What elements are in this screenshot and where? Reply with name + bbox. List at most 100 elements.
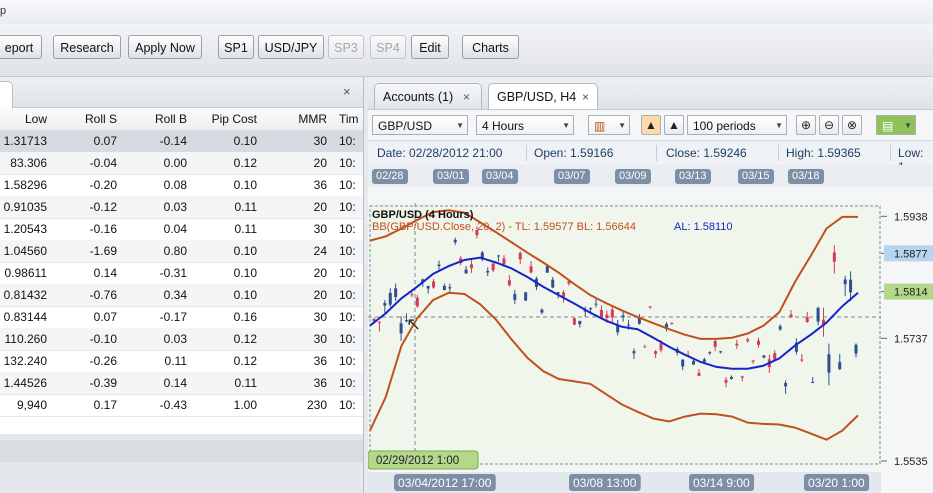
research-button[interactable]: Research — [53, 35, 121, 59]
table-cell: 36 — [313, 354, 327, 368]
candle-up — [497, 255, 501, 257]
table-cell: 0.00 — [163, 156, 187, 170]
indicator-label: BB(GBP/USD.Close, 20, 2) - TL: 1.59577 B… — [372, 221, 636, 233]
table-row[interactable]: 83.306 -0.04 0.00 0.12 20 10: — [0, 152, 363, 175]
date-tag[interactable]: 02/28 — [372, 169, 408, 184]
indicator-list-icon[interactable]: ▲ — [664, 115, 684, 135]
candle-down — [610, 309, 614, 318]
column-header-time[interactable]: Tim — [339, 112, 359, 126]
sp1-button[interactable]: SP1 — [218, 35, 254, 59]
candle-down — [789, 314, 793, 318]
close-icon[interactable]: × — [463, 84, 470, 110]
table-row[interactable]: 1.44526 -0.39 0.14 0.11 36 10: — [0, 372, 363, 395]
date-tag[interactable]: 03/09 — [615, 169, 651, 184]
tab-accounts[interactable]: Accounts (1) × — [374, 83, 482, 109]
candle-up — [702, 359, 706, 363]
column-header-mmr[interactable]: MMR — [277, 112, 327, 126]
zoom-in-icon[interactable]: ⊕ — [796, 115, 816, 135]
table-row[interactable]: 0.81432 -0.76 0.34 0.10 20 10: — [0, 284, 363, 307]
charts-button[interactable]: Charts — [462, 35, 519, 59]
instrument-select[interactable]: GBP/USD ▼ — [372, 115, 468, 135]
tab-gbp-usd-h4[interactable]: GBP/USD, H4 × — [488, 83, 598, 109]
table-cell: -0.39 — [89, 376, 117, 390]
candle-up — [784, 383, 788, 387]
table-cell: 20 — [313, 200, 327, 214]
table-row[interactable]: 110.260 -0.10 0.03 0.12 30 10: — [0, 328, 363, 351]
candle-up — [729, 376, 733, 379]
table-cell: 0.11 — [164, 354, 187, 368]
price-label: 1.5814 — [894, 287, 928, 299]
candle-down — [746, 339, 750, 342]
table-row[interactable]: 1.20543 -0.16 0.04 0.11 30 10: — [0, 218, 363, 241]
close-icon[interactable]: × — [582, 84, 589, 110]
column-header-low[interactable]: Low — [0, 112, 47, 126]
layout-select[interactable]: ▤ ▼ — [876, 115, 916, 135]
candle-up — [442, 285, 446, 290]
chart-title: GBP/USD (4 Hours) — [372, 209, 474, 221]
usd-jpy-button[interactable]: USD/JPY — [258, 35, 324, 59]
table-cell: 0.07 — [93, 310, 117, 324]
date-tag[interactable]: 03/18 — [788, 169, 824, 184]
table-cell: 0.10 — [233, 134, 257, 148]
chevron-down-icon: ▼ — [456, 121, 464, 130]
report-button[interactable]: eport — [0, 35, 42, 59]
periods-select[interactable]: 100 periods ▼ — [687, 115, 787, 135]
price-chart[interactable]: GBP/USD (4 Hours) BB(GBP/USD.Close, 20, … — [368, 188, 933, 493]
divider — [526, 145, 527, 161]
column-header-roll-b[interactable]: Roll B — [130, 112, 187, 126]
table-row[interactable]: 0.91035 -0.12 0.03 0.11 20 10: — [0, 196, 363, 219]
column-header-pip-cost[interactable]: Pip Cost — [197, 112, 257, 126]
table-cell: 0.12 — [233, 332, 257, 346]
candle-up — [762, 355, 766, 358]
zoom-out-icon[interactable]: ⊖ — [819, 115, 839, 135]
date-tag[interactable]: 03/04 — [482, 169, 518, 184]
sp3-button[interactable]: SP3 — [328, 35, 364, 59]
price-label: 1.5877 — [894, 248, 928, 260]
table-row[interactable]: 1.58296 -0.20 0.08 0.10 36 10: — [0, 174, 363, 197]
table-cell: 20 — [313, 288, 327, 302]
table-row[interactable]: 1.04560 -1.69 0.80 0.10 24 10: — [0, 240, 363, 263]
candle-down — [713, 340, 717, 347]
table-row[interactable]: 0.98611 0.14 -0.31 0.10 20 10: — [0, 262, 363, 285]
timeframe-select[interactable]: 4 Hours ▼ — [476, 115, 574, 135]
candle-up — [719, 351, 723, 353]
sp4-button[interactable]: SP4 — [370, 35, 406, 59]
candle-up — [551, 279, 555, 288]
tab-accounts-label: Accounts (1) — [383, 90, 454, 104]
date-tag[interactable]: 03/13 — [675, 169, 711, 184]
candle-up — [437, 264, 441, 267]
divider — [890, 145, 891, 161]
candle-up — [464, 269, 468, 274]
horizontal-scrollbar[interactable] — [0, 440, 363, 462]
date-tag[interactable]: 03/07 — [554, 169, 590, 184]
rates-tab[interactable] — [0, 81, 13, 108]
table-row[interactable]: 1.31713 0.07 -0.14 0.10 30 10: — [0, 130, 363, 153]
table-cell: -0.14 — [159, 134, 187, 148]
candle-up — [594, 303, 598, 305]
zoom-fit-icon[interactable]: ⊗ — [842, 115, 862, 135]
table-cell: 0.11 — [234, 376, 257, 390]
candle-up — [843, 279, 847, 285]
table-cell: 10: — [339, 244, 356, 258]
info-close: Close: 1.59246 — [666, 146, 747, 160]
candle-up — [816, 307, 820, 322]
table-row[interactable]: 9,940 0.17 -0.43 1.00 230 10: — [0, 394, 363, 417]
candle-down — [724, 379, 728, 383]
info-open: Open: 1.59166 — [534, 146, 614, 160]
window-titlebar: p — [0, 0, 933, 25]
table-cell: 1.31713 — [3, 134, 47, 148]
date-tag[interactable]: 03/15 — [738, 169, 774, 184]
close-icon[interactable]: × — [343, 84, 351, 99]
add-indicator-icon[interactable]: ▲ — [641, 115, 661, 135]
column-header-roll-s[interactable]: Roll S — [60, 112, 117, 126]
date-tag[interactable]: 03/01 — [433, 169, 469, 184]
apply-now-button[interactable]: Apply Now — [128, 35, 202, 59]
edit-button[interactable]: Edit — [411, 35, 449, 59]
time-label: 03/20 1:00 — [808, 476, 865, 490]
table-row[interactable]: 132.240 -0.26 0.11 0.12 36 10: — [0, 350, 363, 373]
table-cell: -0.10 — [89, 332, 117, 346]
table-cell: 10: — [339, 310, 356, 324]
table-row[interactable]: 0.83144 0.07 -0.17 0.16 30 10: — [0, 306, 363, 329]
candle-up — [589, 308, 593, 310]
chart-type-select[interactable]: ▥ ▼ — [588, 115, 630, 135]
